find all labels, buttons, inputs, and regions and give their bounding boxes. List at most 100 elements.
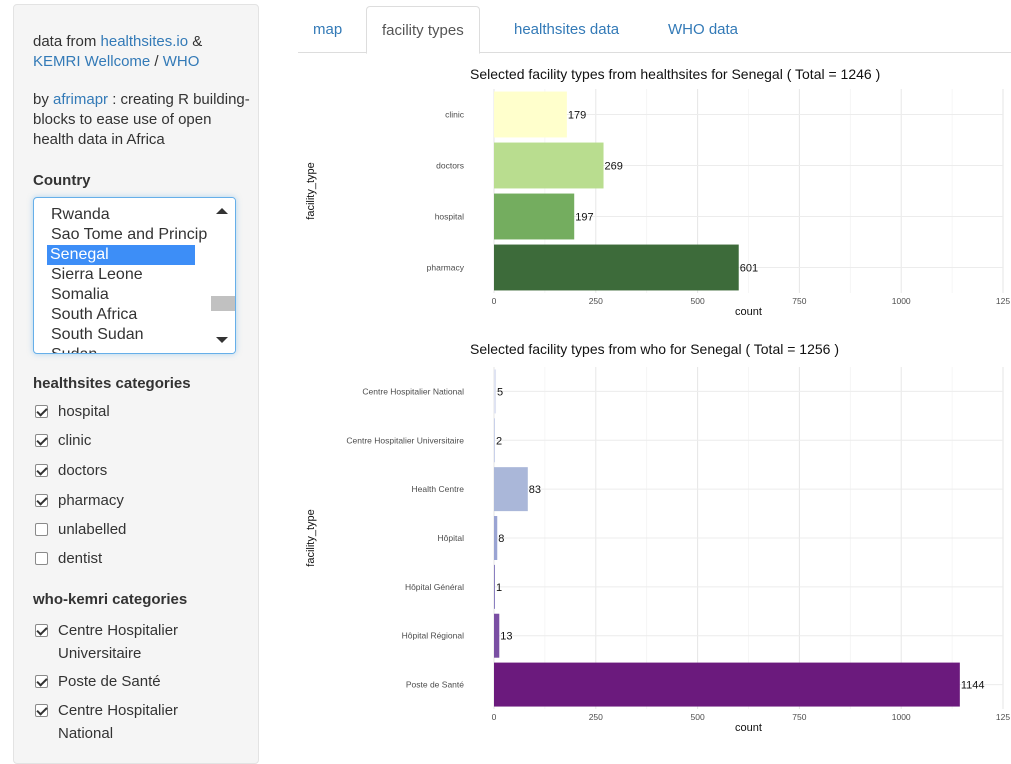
scroll-up-icon[interactable] (216, 208, 228, 214)
bar (494, 91, 567, 138)
checkbox-unchecked-icon[interactable] (35, 552, 48, 565)
country-option[interactable]: Sierra Leone (48, 265, 146, 285)
category-label: Hôpital Général (405, 582, 464, 592)
checkbox-label: dentist (58, 550, 103, 567)
bar (494, 662, 960, 707)
x-axis-label: count (735, 306, 762, 318)
checkbox-checked-icon[interactable] (35, 624, 48, 637)
data-label: 2 (496, 435, 502, 447)
scroll-down-icon[interactable] (216, 337, 228, 343)
checkbox-chn[interactable]: Centre Hospitalier National (33, 699, 228, 745)
checkbox-checked-icon[interactable] (35, 405, 48, 418)
tab-healthsites-data[interactable]: healthsites data (499, 6, 634, 53)
bar (494, 516, 498, 560)
category-label: doctors (436, 161, 464, 171)
bar (494, 142, 604, 189)
who-bar-chart: 5 Centre Hospitalier National 2 Centre Hosp… (305, 367, 1010, 734)
afrimapr-link[interactable]: afrimapr (53, 91, 108, 108)
tick-label: 1000 (892, 712, 911, 722)
credit-text: by afrimapr : creating R building-blocks… (33, 90, 253, 150)
tab-facility-types[interactable]: facility types (366, 6, 480, 54)
checkbox-checked-icon[interactable] (35, 675, 48, 688)
category-label: hospital (435, 212, 464, 222)
category-label: Hôpital Régional (402, 631, 464, 641)
tab-who-data[interactable]: WHO data (653, 6, 753, 53)
bar (494, 564, 495, 609)
chart-title: Selected facility types from healthsites… (470, 66, 881, 82)
listbox-scrollbar[interactable] (209, 198, 235, 353)
category-label: Poste de Santé (406, 680, 464, 690)
checkbox-label: Centre Hospitalier Universitaire (58, 622, 179, 662)
country-select[interactable]: Rwanda Sao Tome and Princip Senegal Sier… (33, 197, 236, 354)
data-label: 179 (568, 110, 586, 122)
tick-label: 125 (996, 712, 1010, 722)
country-option[interactable]: South Sudan (48, 325, 147, 345)
category-label: Hôpital (438, 533, 465, 543)
checkbox-poste-de-sante[interactable]: Poste de Santé (33, 670, 228, 693)
healthsites-categories-label: healthsites categories (33, 375, 191, 392)
y-axis-label: facility_type (305, 162, 317, 219)
country-option[interactable]: South Africa (48, 305, 140, 325)
checkbox-dentist[interactable]: dentist (33, 547, 228, 570)
category-label: Centre Hospitalier Universitaire (346, 435, 464, 445)
intro-text: & (188, 33, 203, 50)
checkbox-checked-icon[interactable] (35, 464, 48, 477)
data-label: 5 (497, 386, 503, 398)
kemri-link[interactable]: KEMRI Wellcome (33, 53, 150, 70)
data-label: 13 (500, 631, 512, 643)
data-source-text: data from healthsites.io & KEMRI Wellcom… (33, 32, 253, 72)
intro-text: by (33, 91, 54, 108)
tick-label: 500 (691, 296, 705, 306)
data-label: 197 (575, 212, 593, 224)
bar (494, 467, 528, 512)
tick-label: 750 (792, 712, 806, 722)
country-option-selected[interactable]: Senegal (47, 245, 195, 265)
country-option[interactable] (48, 198, 58, 205)
checkbox-unchecked-icon[interactable] (35, 523, 48, 536)
scrollbar-thumb[interactable] (211, 296, 235, 311)
checkbox-clinic[interactable]: clinic (33, 429, 228, 452)
country-option[interactable]: Somalia (48, 285, 112, 305)
checkbox-label: Poste de Santé (58, 673, 161, 690)
category-label: Centre Hospitalier National (362, 386, 464, 396)
data-label: 269 (605, 161, 623, 173)
tab-bar: map facility types healthsites data WHO … (298, 6, 1011, 54)
healthsites-link[interactable]: healthsites.io (101, 33, 189, 50)
checkbox-doctors[interactable]: doctors (33, 459, 228, 482)
checkbox-chu[interactable]: Centre Hospitalier Universitaire (33, 619, 228, 665)
tick-label: 125 (996, 296, 1010, 306)
country-option[interactable]: Rwanda (48, 205, 113, 225)
checkbox-checked-icon[interactable] (35, 494, 48, 507)
healthsites-bar-chart: 179 clinic 269 doctors 197 hospital 601 pharmac… (305, 89, 1010, 318)
tick-label: 250 (589, 712, 603, 722)
bar (494, 369, 497, 414)
data-label: 8 (498, 533, 504, 545)
checkbox-hospital[interactable]: hospital (33, 400, 228, 423)
category-label: pharmacy (427, 263, 465, 273)
checkbox-checked-icon[interactable] (35, 434, 48, 447)
checkbox-pharmacy[interactable]: pharmacy (33, 489, 228, 512)
bar (494, 418, 495, 463)
tick-label: 250 (589, 296, 603, 306)
tick-label: 1000 (892, 296, 911, 306)
chart-title: Selected facility types from who for Sen… (470, 341, 839, 357)
tick-label: 500 (691, 712, 705, 722)
checkbox-label: clinic (58, 432, 92, 449)
who-link[interactable]: WHO (163, 53, 200, 70)
country-option[interactable]: Sudan (48, 345, 100, 353)
tick-label: 0 (492, 712, 497, 722)
intro-text: / (150, 53, 163, 70)
data-label: 601 (740, 263, 758, 275)
tick-label: 750 (792, 296, 806, 306)
checkbox-label: doctors (58, 462, 108, 479)
checkbox-unlabelled[interactable]: unlabelled (33, 518, 228, 541)
country-option[interactable]: Sao Tome and Princip (48, 225, 210, 245)
tab-map[interactable]: map (298, 6, 357, 53)
checkbox-label: Centre Hospitalier National (58, 702, 179, 742)
checkbox-label: unlabelled (58, 521, 127, 538)
checkbox-checked-icon[interactable] (35, 704, 48, 717)
sidebar-panel: data from healthsites.io & KEMRI Wellcom… (13, 4, 259, 764)
tick-label: 0 (492, 296, 497, 306)
bar (494, 613, 500, 658)
data-label: 1 (496, 582, 502, 594)
